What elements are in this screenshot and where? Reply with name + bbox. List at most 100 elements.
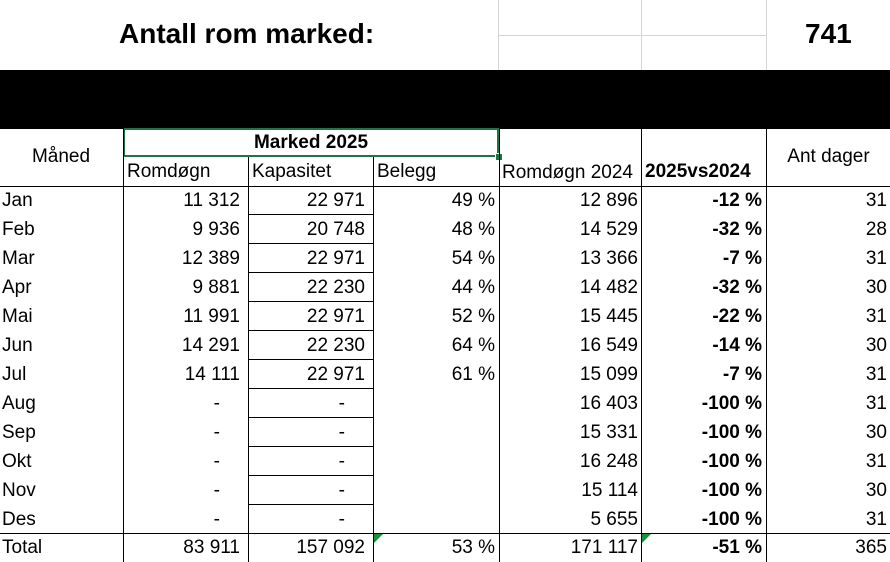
gridline [498, 35, 766, 36]
cell-days[interactable]: 31 [767, 244, 887, 273]
black-band [0, 70, 890, 129]
cell-diff[interactable]: -14 % [642, 331, 762, 360]
cell-r2024[interactable]: 5 655 [500, 505, 638, 534]
cell-belegg[interactable] [374, 505, 495, 534]
cell-r2024[interactable]: 15 445 [500, 302, 638, 331]
cell-month[interactable]: Feb [2, 215, 120, 244]
cell-kapasitet[interactable]: - [249, 505, 345, 534]
cell-r2024[interactable]: 16 248 [500, 447, 638, 476]
cell-days[interactable]: 31 [767, 186, 887, 215]
cell-days[interactable]: 31 [767, 360, 887, 389]
cell-kapasitet[interactable]: 22 971 [249, 360, 365, 389]
cell-belegg[interactable]: 64 % [374, 331, 495, 360]
cell-kapasitet[interactable]: 22 971 [249, 244, 365, 273]
cell-diff[interactable]: -7 % [642, 360, 762, 389]
cell-month[interactable]: Apr [2, 273, 120, 302]
cell-r2024[interactable]: 15 331 [500, 418, 638, 447]
cell-r2024[interactable]: 14 482 [500, 273, 638, 302]
cell-belegg[interactable] [374, 418, 495, 447]
cell-belegg[interactable]: 44 % [374, 273, 495, 302]
cell-month[interactable]: Nov [2, 476, 120, 505]
cell-romdogn[interactable]: - [124, 418, 220, 447]
total-cell-romdogn[interactable]: 83 911 [124, 533, 240, 562]
border [641, 128, 642, 562]
cell-kapasitet[interactable]: 22 230 [249, 331, 365, 360]
cell-month[interactable]: Jun [2, 331, 120, 360]
cell-month[interactable]: Jul [2, 360, 120, 389]
border [499, 128, 500, 562]
cell-kapasitet[interactable]: - [249, 418, 345, 447]
cell-days[interactable]: 28 [767, 215, 887, 244]
cell-diff[interactable]: -7 % [642, 244, 762, 273]
cell-belegg[interactable] [374, 389, 495, 418]
cell-days[interactable]: 31 [767, 447, 887, 476]
cell-belegg[interactable] [374, 476, 495, 505]
cell-diff[interactable]: -32 % [642, 273, 762, 302]
cell-belegg[interactable]: 49 % [374, 186, 495, 215]
cell-romdogn[interactable]: - [124, 476, 220, 505]
room-count-value[interactable]: 741 [805, 18, 852, 50]
cell-romdogn[interactable]: 11 312 [124, 186, 240, 215]
total-cell-kapasitet[interactable]: 157 092 [249, 533, 365, 562]
cell-days[interactable]: 30 [767, 273, 887, 302]
cell-r2024[interactable]: 16 549 [500, 331, 638, 360]
cell-kapasitet[interactable]: - [249, 389, 345, 418]
cell-diff[interactable]: -100 % [642, 389, 762, 418]
cell-selection [123, 128, 499, 157]
cell-diff[interactable]: -100 % [642, 505, 762, 534]
cell-days[interactable]: 31 [767, 389, 887, 418]
cell-month[interactable]: Des [2, 505, 120, 534]
cell-kapasitet[interactable]: - [249, 447, 345, 476]
cell-belegg[interactable] [374, 447, 495, 476]
col-header-diff: 2025vs2024 [645, 161, 751, 182]
cell-days[interactable]: 31 [767, 505, 887, 534]
cell-r2024[interactable]: 15 099 [500, 360, 638, 389]
cell-diff[interactable]: -22 % [642, 302, 762, 331]
cell-romdogn[interactable]: 11 991 [124, 302, 240, 331]
cell-diff[interactable]: -100 % [642, 476, 762, 505]
cell-month[interactable]: Mar [2, 244, 120, 273]
total-cell-belegg[interactable]: 53 % [374, 533, 495, 562]
cell-romdogn[interactable]: 14 291 [124, 331, 240, 360]
cell-kapasitet[interactable]: - [249, 476, 345, 505]
cell-month[interactable]: Aug [2, 389, 120, 418]
cell-r2024[interactable]: 12 896 [500, 186, 638, 215]
cell-days[interactable]: 30 [767, 476, 887, 505]
cell-kapasitet[interactable]: 22 230 [249, 273, 365, 302]
col-header-days: Ant dager [787, 146, 870, 167]
cell-romdogn[interactable]: 9 936 [124, 215, 240, 244]
cell-month[interactable]: Jan [2, 186, 120, 215]
cell-kapasitet[interactable]: 22 971 [249, 186, 365, 215]
cell-romdogn[interactable]: 14 111 [124, 360, 240, 389]
cell-month[interactable]: Sep [2, 418, 120, 447]
total-cell-month[interactable]: Total [2, 533, 120, 562]
cell-belegg[interactable]: 54 % [374, 244, 495, 273]
total-cell-diff[interactable]: -51 % [642, 533, 762, 562]
cell-romdogn[interactable]: - [124, 505, 220, 534]
cell-r2024[interactable]: 15 114 [500, 476, 638, 505]
cell-days[interactable]: 30 [767, 418, 887, 447]
cell-r2024[interactable]: 16 403 [500, 389, 638, 418]
cell-diff[interactable]: -100 % [642, 418, 762, 447]
cell-belegg[interactable]: 48 % [374, 215, 495, 244]
cell-r2024[interactable]: 14 529 [500, 215, 638, 244]
total-cell-r2024[interactable]: 171 117 [500, 533, 638, 562]
cell-diff[interactable]: -32 % [642, 215, 762, 244]
cell-days[interactable]: 30 [767, 331, 887, 360]
total-cell-days[interactable]: 365 [767, 533, 887, 562]
cell-kapasitet[interactable]: 22 971 [249, 302, 365, 331]
cell-kapasitet[interactable]: 20 748 [249, 215, 365, 244]
cell-romdogn[interactable]: - [124, 389, 220, 418]
spreadsheet[interactable]: Antall rom marked: 741 Måned Marked 2025… [0, 0, 890, 562]
cell-romdogn[interactable]: - [124, 447, 220, 476]
cell-belegg[interactable]: 52 % [374, 302, 495, 331]
cell-month[interactable]: Okt [2, 447, 120, 476]
cell-month[interactable]: Mai [2, 302, 120, 331]
cell-romdogn[interactable]: 12 389 [124, 244, 240, 273]
cell-diff[interactable]: -100 % [642, 447, 762, 476]
cell-diff[interactable]: -12 % [642, 186, 762, 215]
cell-belegg[interactable]: 61 % [374, 360, 495, 389]
cell-r2024[interactable]: 13 366 [500, 244, 638, 273]
cell-days[interactable]: 31 [767, 302, 887, 331]
cell-romdogn[interactable]: 9 881 [124, 273, 240, 302]
